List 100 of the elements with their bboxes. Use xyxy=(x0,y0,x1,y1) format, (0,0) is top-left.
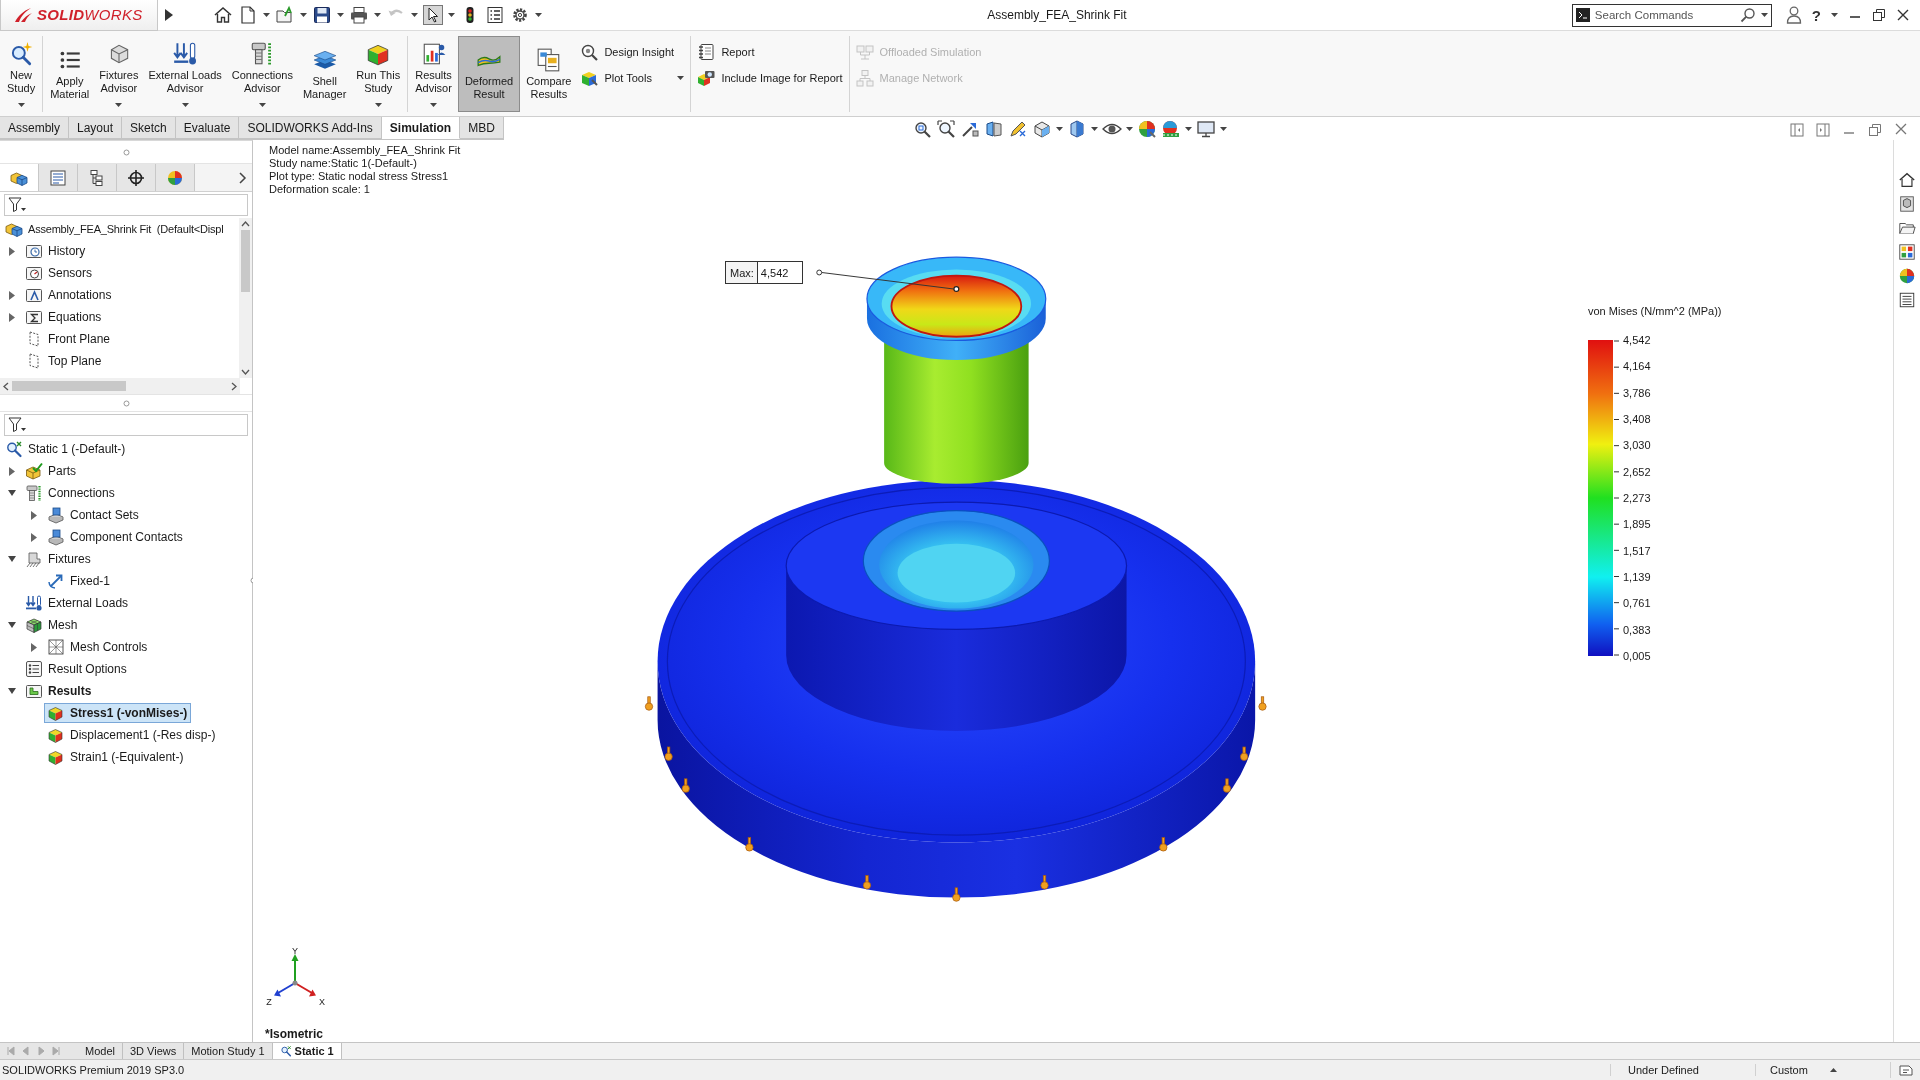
tree-item[interactable]: Top Plane xyxy=(22,351,106,371)
tree-item[interactable]: Contact Sets xyxy=(44,505,143,525)
tree-item[interactable]: Mesh xyxy=(22,615,82,635)
caret-icon[interactable] xyxy=(337,13,344,17)
ribbon-button[interactable]: Deformed Result xyxy=(457,36,521,112)
palette-grid-icon[interactable] xyxy=(1898,243,1916,261)
zoom-area-icon[interactable] xyxy=(935,118,956,139)
caret-icon[interactable] xyxy=(1184,126,1192,131)
open-folder-icon[interactable] xyxy=(275,5,295,25)
caret-icon[interactable] xyxy=(1831,13,1838,17)
caret-icon[interactable] xyxy=(181,103,189,107)
collapsed-arrow-icon[interactable] xyxy=(9,246,15,256)
tree-item[interactable]: Mesh Controls xyxy=(44,637,152,657)
hexagon-box-icon[interactable] xyxy=(1898,195,1916,213)
home-icon[interactable] xyxy=(1898,171,1916,189)
command-tab[interactable]: MBD xyxy=(460,117,504,139)
ribbon-button[interactable]: New Study xyxy=(3,36,40,112)
close-icon[interactable] xyxy=(1896,8,1910,22)
search-bar[interactable]: Search Commands xyxy=(1571,3,1772,27)
ribbon-button[interactable]: Shell Manager xyxy=(298,36,351,112)
caret-icon[interactable] xyxy=(411,13,418,17)
collapsed-arrow-icon[interactable] xyxy=(31,642,37,652)
ribbon-button[interactable]: Compare Results xyxy=(522,36,576,112)
caret-icon[interactable] xyxy=(374,13,381,17)
search-field[interactable]: Search Commands xyxy=(1594,6,1735,24)
ribbon-button[interactable]: Report xyxy=(694,40,846,64)
list-sheet-icon[interactable] xyxy=(1898,291,1916,309)
scrollbar-thumb[interactable] xyxy=(12,381,126,391)
tree-item[interactable]: Strain1 (-Equivalent-) xyxy=(44,747,188,767)
section-view-icon[interactable] xyxy=(983,118,1004,139)
collapsed-arrow-icon[interactable] xyxy=(31,510,37,520)
ribbon-button[interactable]: Include Image for Report xyxy=(694,66,846,90)
ribbon-button[interactable]: Plot Tools xyxy=(577,66,688,90)
scrollbar-thumb[interactable] xyxy=(241,230,250,292)
appearance-ball-icon[interactable] xyxy=(1898,267,1916,285)
command-tab[interactable]: Sketch xyxy=(122,117,176,139)
tree-item[interactable]: Result Options xyxy=(22,659,131,679)
settings-icon[interactable] xyxy=(510,5,530,25)
ribbon-button[interactable]: Apply Material xyxy=(46,36,94,112)
flyout-arrow-icon[interactable] xyxy=(165,9,173,21)
caret-icon[interactable] xyxy=(115,103,123,107)
collapsed-arrow-icon[interactable] xyxy=(9,466,15,476)
caret-icon[interactable] xyxy=(1760,13,1768,17)
filter-field[interactable] xyxy=(4,414,248,436)
caret-icon[interactable] xyxy=(448,13,455,17)
ribbon-button[interactable]: External Loads Advisor xyxy=(144,36,226,112)
collapsed-arrow-icon[interactable] xyxy=(31,532,37,542)
expanded-arrow-icon[interactable] xyxy=(8,556,16,562)
user-icon[interactable] xyxy=(1785,6,1802,24)
bottom-tab[interactable]: 3D Views xyxy=(122,1043,185,1059)
caret-icon[interactable] xyxy=(1090,126,1098,131)
units-button[interactable]: Custom xyxy=(1770,1064,1808,1076)
logo-button[interactable]: SOLIDWORKS xyxy=(0,0,158,31)
panel-tab[interactable] xyxy=(78,164,117,191)
tree-item[interactable]: History xyxy=(22,241,90,261)
tree-item[interactable]: Front Plane xyxy=(22,329,115,349)
tree-item[interactable]: Static 1 (-Default-) xyxy=(2,439,130,459)
vertical-scrollbar[interactable] xyxy=(239,218,252,378)
command-tab[interactable]: Assembly xyxy=(0,117,69,139)
note-icon[interactable] xyxy=(1897,1062,1914,1078)
caret-icon[interactable] xyxy=(258,103,266,107)
caret-icon[interactable] xyxy=(535,13,542,17)
tree-item[interactable]: Annotations xyxy=(22,285,116,305)
command-tab[interactable]: SOLIDWORKS Add-Ins xyxy=(239,117,382,139)
splitter-grip-icon[interactable] xyxy=(122,148,130,156)
caret-icon[interactable] xyxy=(374,103,382,107)
command-tab[interactable]: Layout xyxy=(69,117,123,139)
scene-ball-icon[interactable] xyxy=(1160,118,1181,139)
caret-icon[interactable] xyxy=(1125,126,1133,131)
tree-item[interactable]: External Loads xyxy=(22,593,133,613)
panel-tab[interactable] xyxy=(117,164,156,191)
caret-up-icon[interactable] xyxy=(1829,1068,1837,1072)
caret-icon[interactable] xyxy=(263,13,270,17)
filter-field[interactable] xyxy=(4,194,248,216)
expanded-arrow-icon[interactable] xyxy=(8,622,16,628)
restore-icon[interactable] xyxy=(1872,8,1886,22)
tree-item[interactable]: Component Contacts xyxy=(44,527,187,547)
horizontal-scrollbar[interactable] xyxy=(0,378,240,394)
home-icon[interactable] xyxy=(213,5,233,25)
bottom-tab[interactable]: Static 1 xyxy=(272,1043,342,1059)
tree-item[interactable]: Results xyxy=(22,681,96,701)
print-icon[interactable] xyxy=(349,5,369,25)
select-pointer-icon[interactable] xyxy=(423,5,443,25)
tree-item[interactable]: Sensors xyxy=(22,263,97,283)
caret-icon[interactable] xyxy=(677,76,685,80)
bottom-tab[interactable]: Model xyxy=(78,1043,123,1059)
ribbon-button[interactable]: Connections Advisor xyxy=(227,36,297,112)
expanded-arrow-icon[interactable] xyxy=(8,490,16,496)
tree-item[interactable]: Parts xyxy=(22,461,80,481)
tree-item[interactable]: Fixed-1 xyxy=(44,571,114,591)
ribbon-button[interactable]: Run This Study xyxy=(352,36,405,112)
tree-item[interactable]: Assembly_FEA_Shrink Fit (Default<Displ xyxy=(2,219,228,239)
splitter-grip-icon[interactable] xyxy=(122,399,130,407)
tree-item[interactable]: Displacement1 (-Res disp-) xyxy=(44,725,220,745)
caret-icon[interactable] xyxy=(430,103,438,107)
command-tab[interactable]: Evaluate xyxy=(175,117,240,139)
search-icon[interactable] xyxy=(1739,7,1756,23)
help-button[interactable]: ? xyxy=(1811,6,1821,24)
collapsed-arrow-icon[interactable] xyxy=(9,312,15,322)
tree-item[interactable]: Connections xyxy=(22,483,119,503)
